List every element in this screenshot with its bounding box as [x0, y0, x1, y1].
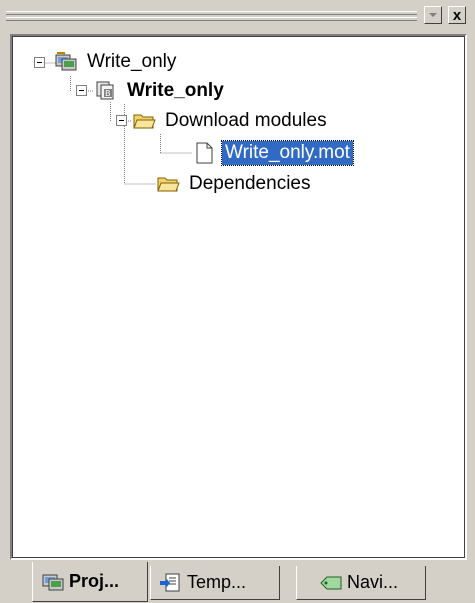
svg-text:B: B — [105, 89, 111, 98]
dropdown-arrow-icon[interactable] — [424, 6, 442, 24]
tree-item-dependencies[interactable]: Dependencies — [156, 170, 313, 198]
tree-item-label: Write_only — [127, 80, 224, 101]
tree-item-file[interactable]: Write_only.mot — [192, 139, 354, 167]
tree-item-label: Download modules — [165, 110, 327, 131]
project-tree[interactable]: Write_only B Write_only Download modules… — [10, 34, 467, 560]
panel-tabs: Proj... Temp... Navi... — [10, 562, 467, 603]
tree-item-label: Dependencies — [189, 173, 311, 194]
template-icon — [160, 573, 180, 591]
tree-item-label: Write_only — [87, 51, 177, 72]
folder-open-icon — [133, 114, 156, 129]
tree-item-workspace[interactable]: Write_only — [54, 48, 179, 76]
close-button[interactable]: x — [448, 6, 466, 24]
tree-item-label-selected: Write_only.mot — [221, 140, 354, 166]
collapse-toggle-download-modules[interactable] — [116, 115, 127, 126]
tab-label: Temp... — [187, 572, 247, 592]
close-icon: x — [452, 6, 462, 24]
tab-templates[interactable]: Temp... — [150, 566, 280, 600]
workspace-icon — [42, 574, 64, 590]
workspace-icon — [55, 52, 77, 71]
tree-item-download-modules[interactable]: Download modules — [132, 107, 330, 135]
tab-label: Navi... — [347, 572, 399, 592]
tab-projects[interactable]: Proj... — [32, 562, 148, 602]
drag-grip[interactable] — [6, 11, 417, 15]
document-icon — [196, 142, 213, 164]
drag-grip[interactable] — [6, 17, 417, 21]
tab-navigation[interactable]: Navi... — [296, 566, 426, 600]
tree-item-project[interactable]: B Write_only — [94, 77, 227, 105]
project-icon: B — [96, 81, 114, 100]
folder-open-icon — [157, 177, 180, 192]
navigation-tag-icon — [320, 576, 342, 589]
collapse-toggle-root[interactable] — [34, 57, 45, 68]
panel-titlebar[interactable]: x — [0, 0, 475, 30]
tab-label: Proj... — [69, 571, 120, 591]
collapse-toggle-project[interactable] — [76, 85, 87, 96]
